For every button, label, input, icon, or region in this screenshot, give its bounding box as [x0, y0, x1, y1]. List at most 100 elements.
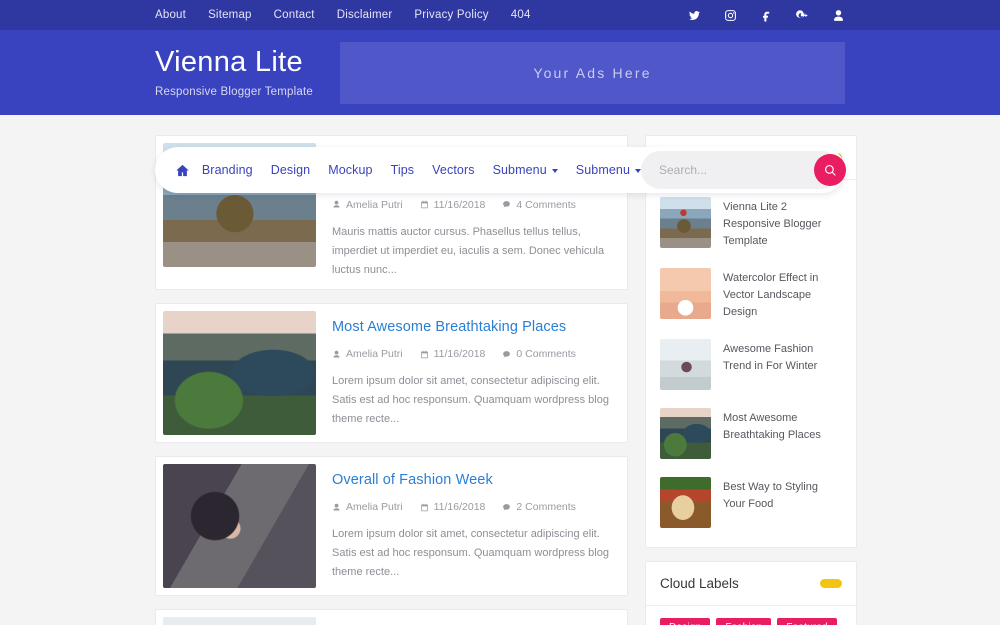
author-icon [333, 350, 340, 358]
brand[interactable]: Vienna Lite Responsive Blogger Template [155, 46, 340, 99]
top-nav-link-disclaimer[interactable]: Disclaimer [337, 9, 393, 21]
author-icon [333, 503, 340, 511]
post-card[interactable]: Most Awesome Breathtaking Places Amelia P… [155, 303, 628, 444]
nav-item-tips[interactable]: Tips [391, 163, 415, 177]
nav-item-label: Submenu [575, 163, 630, 177]
main-nav-wrapper: Branding Design Mockup Tips Vectors Submenu Su… [155, 147, 846, 193]
post-date: 11/16/2018 [420, 501, 486, 514]
post-author-text: Amelia Putri [346, 501, 403, 514]
most-viewed-title[interactable]: Best Way to Styling Your Food [723, 477, 842, 513]
post-thumbnail[interactable] [163, 311, 316, 436]
most-viewed-thumbnail[interactable] [660, 268, 711, 320]
calendar-icon [420, 503, 428, 511]
post-excerpt: Mauris mattis auctor cursus. Phasellus t… [332, 225, 605, 276]
search-box[interactable] [641, 151, 846, 189]
post-date: 11/16/2018 [420, 348, 485, 360]
post-card[interactable]: Awesome Fashion Trend in For Winter [155, 609, 628, 625]
top-nav-link-privacy-policy[interactable]: Privacy Policy [414, 9, 488, 21]
search-icon [824, 164, 836, 176]
widget-title: Cloud Labels [660, 576, 739, 592]
top-bar: About Sitemap Contact Disclaimer Privacy Pol… [0, 0, 1000, 30]
post-body: Most Awesome Breathtaking Places Amelia P… [316, 304, 627, 442]
post-comments: 2 Comments [502, 501, 576, 513]
nav-item-label: Design [270, 163, 311, 177]
post-author: Amelia Putri [332, 348, 403, 360]
most-viewed-item[interactable]: Awesome Fashion Trend in For Winter [660, 330, 842, 399]
top-nav-link-contact[interactable]: Contact [274, 9, 315, 21]
post-card[interactable]: Overall of Fashion Week Amelia Putri 11/16… [155, 456, 628, 597]
nav-item-design[interactable]: Design [271, 163, 311, 177]
google-plus-icon [795, 9, 807, 18]
most-viewed-thumbnail[interactable] [660, 197, 711, 248]
most-viewed-thumbnail[interactable] [660, 339, 711, 391]
top-nav-link-sitemap[interactable]: Sitemap [208, 9, 252, 21]
ad-banner[interactable]: Your Ads Here [340, 41, 845, 104]
most-viewed-thumbnail[interactable] [660, 408, 711, 460]
post-date-text: 11/16/2018 [433, 501, 486, 514]
post-author: Amelia Putri [332, 199, 403, 211]
nav-item-submenu-submenu[interactable]: Submenu [576, 163, 641, 177]
most-viewed-item[interactable]: Watercolor Effect in Vector Landscape De… [660, 259, 842, 330]
site-header: Vienna Lite Responsive Blogger Template … [0, 30, 1000, 193]
nav-item-mockup[interactable]: Mockup [328, 163, 372, 177]
most-viewed-item[interactable]: Best Way to Styling Your Food [660, 468, 842, 537]
twitter-link[interactable] [687, 8, 701, 22]
most-viewed-item[interactable]: Vienna Lite 2 Responsive Blogger Templat… [660, 188, 842, 259]
post-body: Overall of Fashion Week Amelia Putri 11/16… [316, 457, 627, 595]
facebook-link[interactable] [759, 8, 773, 22]
post-comments-text: 2 Comments [516, 501, 576, 514]
nav-item-submenu-submenu[interactable]: Submenu [493, 163, 558, 177]
instagram-link[interactable] [723, 8, 737, 22]
social-links [687, 8, 845, 22]
main-nav-items: Branding Design Mockup Tips Vectors Submenu Su… [202, 163, 641, 177]
most-viewed-title[interactable]: Awesome Fashion Trend in For Winter [723, 339, 842, 375]
top-nav-link-about[interactable]: About [155, 9, 186, 21]
post-comments: 0 Comments [502, 348, 576, 360]
post-date-text: 11/16/2018 [433, 198, 486, 211]
nav-item-branding[interactable]: Branding [202, 163, 253, 177]
author-icon [333, 200, 340, 208]
most-viewed-thumbnail[interactable] [660, 477, 711, 529]
google-plus-link[interactable] [795, 8, 809, 22]
nav-item-label: Branding [201, 163, 253, 177]
label-design[interactable]: Design [660, 618, 711, 625]
calendar-icon [420, 350, 428, 358]
widget-accent-pill [820, 579, 842, 589]
calendar-icon [420, 200, 428, 209]
nav-item-vectors[interactable]: Vectors [432, 163, 474, 177]
comment-icon [503, 201, 511, 208]
label-cloud: DesignFashionFeaturedFoodLifestylePhotog… [646, 606, 856, 625]
facebook-icon [762, 11, 769, 21]
most-viewed-title[interactable]: Most Awesome Breathtaking Places [723, 408, 842, 444]
most-viewed-title[interactable]: Watercolor Effect in Vector Landscape De… [723, 268, 842, 321]
search-button[interactable] [814, 154, 846, 186]
most-viewed-title[interactable]: Vienna Lite 2 Responsive Blogger Templat… [723, 197, 842, 250]
search-input[interactable] [659, 163, 814, 177]
top-nav-link-404[interactable]: 404 [511, 9, 531, 21]
post-meta: Amelia Putri 11/16/2018 4 Comments [332, 199, 611, 211]
sidebar: Most Viewed Vienna Lite 2 Responsive Blo… [645, 135, 857, 625]
label-featured[interactable]: Featured [777, 618, 837, 625]
post-author-text: Amelia Putri [346, 348, 403, 361]
comment-icon [503, 350, 511, 358]
post-excerpt: Lorem ipsum dolor sit amet, consectetur … [332, 528, 609, 579]
user-link[interactable] [831, 8, 845, 22]
post-date: 11/16/2018 [420, 198, 486, 211]
home-icon[interactable] [169, 163, 196, 178]
comment-icon [503, 503, 511, 511]
post-title[interactable]: Most Awesome Breathtaking Places [332, 318, 611, 337]
top-navigation: About Sitemap Contact Disclaimer Privacy Pol… [155, 9, 531, 21]
post-excerpt: Lorem ipsum dolor sit amet, consectetur … [332, 375, 609, 426]
post-comments: 4 Comments [502, 199, 576, 211]
post-title[interactable]: Overall of Fashion Week [332, 471, 611, 490]
most-viewed-item[interactable]: Most Awesome Breathtaking Places [660, 399, 842, 468]
post-thumbnail[interactable] [163, 617, 316, 625]
post-thumbnail[interactable] [163, 464, 316, 589]
main-nav: Branding Design Mockup Tips Vectors Submenu Su… [155, 147, 846, 193]
label-fashion[interactable]: Fashion [716, 618, 772, 625]
nav-item-label: Mockup [328, 163, 373, 177]
post-author: Amelia Putri [332, 501, 403, 513]
ad-banner-text: Your Ads Here [533, 64, 652, 81]
user-icon [833, 9, 843, 21]
post-list: Vienna Lite 2 Responsive Blogger Templat… [155, 135, 628, 625]
